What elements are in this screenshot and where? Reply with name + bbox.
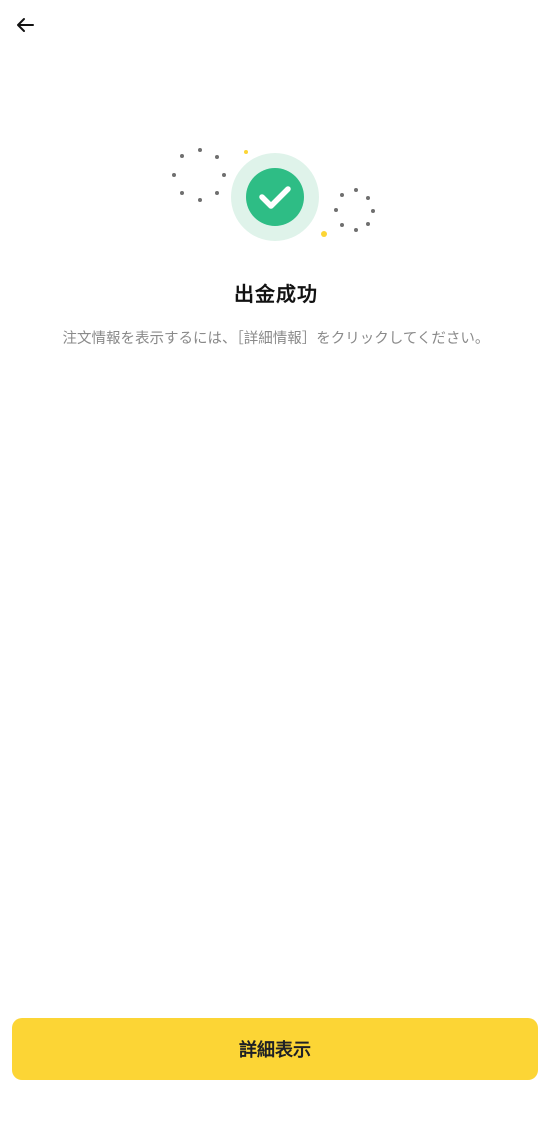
left-dots-decoration [172, 148, 226, 202]
right-dots-decoration [334, 188, 375, 232]
arrow-left-icon [17, 18, 34, 32]
view-details-button[interactable]: 詳細表示 [12, 1018, 538, 1080]
check-circle-icon [231, 153, 319, 241]
back-button[interactable] [10, 10, 40, 40]
status-message: 注文情報を表示するには、［詳細情報］をクリックしてください。 [62, 331, 490, 347]
status-title: 出金成功 [234, 282, 318, 306]
sparkle-decoration [321, 231, 327, 237]
success-illustration [172, 148, 375, 241]
sparkle-decoration [244, 150, 248, 154]
